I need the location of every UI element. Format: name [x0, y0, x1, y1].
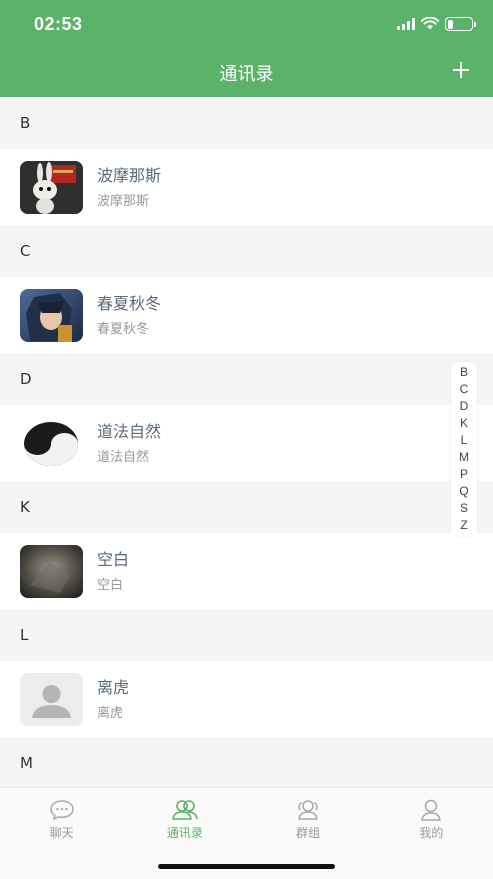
- home-indicator[interactable]: [158, 864, 335, 869]
- contact-row[interactable]: 波摩那斯 波摩那斯: [0, 149, 493, 225]
- contact-subtitle: 空白: [97, 578, 124, 593]
- contact-subtitle: 春夏秋冬: [97, 322, 150, 337]
- chat-icon: [49, 800, 74, 821]
- plus-icon[interactable]: [451, 60, 471, 80]
- status-time: 02:53: [34, 14, 83, 34]
- contact-subtitle: 波摩那斯: [97, 194, 150, 209]
- tab-label: 群组: [296, 826, 321, 840]
- contact-name: 离虎: [97, 678, 130, 697]
- dark-photo-avatar: [20, 544, 83, 598]
- contact-row[interactable]: 空白 空白: [0, 533, 493, 609]
- section-header-k: K: [0, 481, 493, 533]
- index-letter-c[interactable]: C: [460, 381, 469, 398]
- contact-subtitle: 离虎: [97, 706, 124, 721]
- contact-name: 空白: [97, 550, 130, 569]
- contacts-icon: [172, 800, 198, 820]
- tab-label: 我的: [419, 826, 444, 840]
- section-header-m: M: [0, 737, 493, 787]
- contact-list[interactable]: B 波摩那斯 波摩那斯 C 春夏秋冬 春夏秋冬 D 道法自然 道法自然 K 空白…: [0, 97, 493, 787]
- contact-name: 道法自然: [97, 422, 162, 441]
- index-letter-m[interactable]: M: [459, 449, 469, 466]
- index-letter-p[interactable]: P: [460, 466, 468, 483]
- section-header-d: D: [0, 353, 493, 405]
- yin-yang-avatar: [20, 416, 83, 470]
- status-icons: [397, 16, 476, 32]
- rabbit-avatar: [20, 160, 83, 214]
- contact-row[interactable]: 离虎 离虎: [0, 661, 493, 737]
- index-letter-q[interactable]: Q: [459, 483, 468, 500]
- section-header-b: B: [0, 97, 493, 149]
- index-letter-l[interactable]: L: [461, 432, 468, 449]
- wifi-icon: [421, 17, 439, 30]
- anime-avatar: [20, 288, 83, 342]
- contact-subtitle: 道法自然: [97, 450, 150, 465]
- index-letter-d[interactable]: D: [460, 398, 469, 415]
- section-header-c: C: [0, 225, 493, 277]
- profile-icon: [421, 799, 442, 821]
- index-letter-z[interactable]: Z: [460, 517, 467, 534]
- contact-name: 春夏秋冬: [97, 294, 162, 313]
- alphabet-index[interactable]: B C D K L M P Q S Z: [451, 362, 477, 536]
- index-letter-b[interactable]: B: [460, 364, 468, 381]
- index-letter-s[interactable]: S: [460, 500, 468, 517]
- group-icon: [298, 800, 318, 820]
- app-header: 02:53 通讯录: [0, 0, 493, 97]
- index-letter-k[interactable]: K: [460, 415, 468, 432]
- contact-row[interactable]: 春夏秋冬 春夏秋冬: [0, 277, 493, 353]
- tab-profile[interactable]: 我的: [370, 788, 493, 879]
- page-title: 通讯录: [219, 64, 274, 85]
- default-person-avatar: [20, 672, 83, 726]
- tab-label: 聊天: [49, 826, 74, 840]
- tab-label: 通讯录: [166, 826, 203, 840]
- section-header-l: L: [0, 609, 493, 661]
- tab-chat[interactable]: 聊天: [0, 788, 123, 879]
- contact-row[interactable]: 道法自然 道法自然: [0, 405, 493, 481]
- contact-name: 波摩那斯: [97, 166, 162, 185]
- signal-icon: [397, 18, 415, 30]
- battery-icon: [445, 17, 476, 31]
